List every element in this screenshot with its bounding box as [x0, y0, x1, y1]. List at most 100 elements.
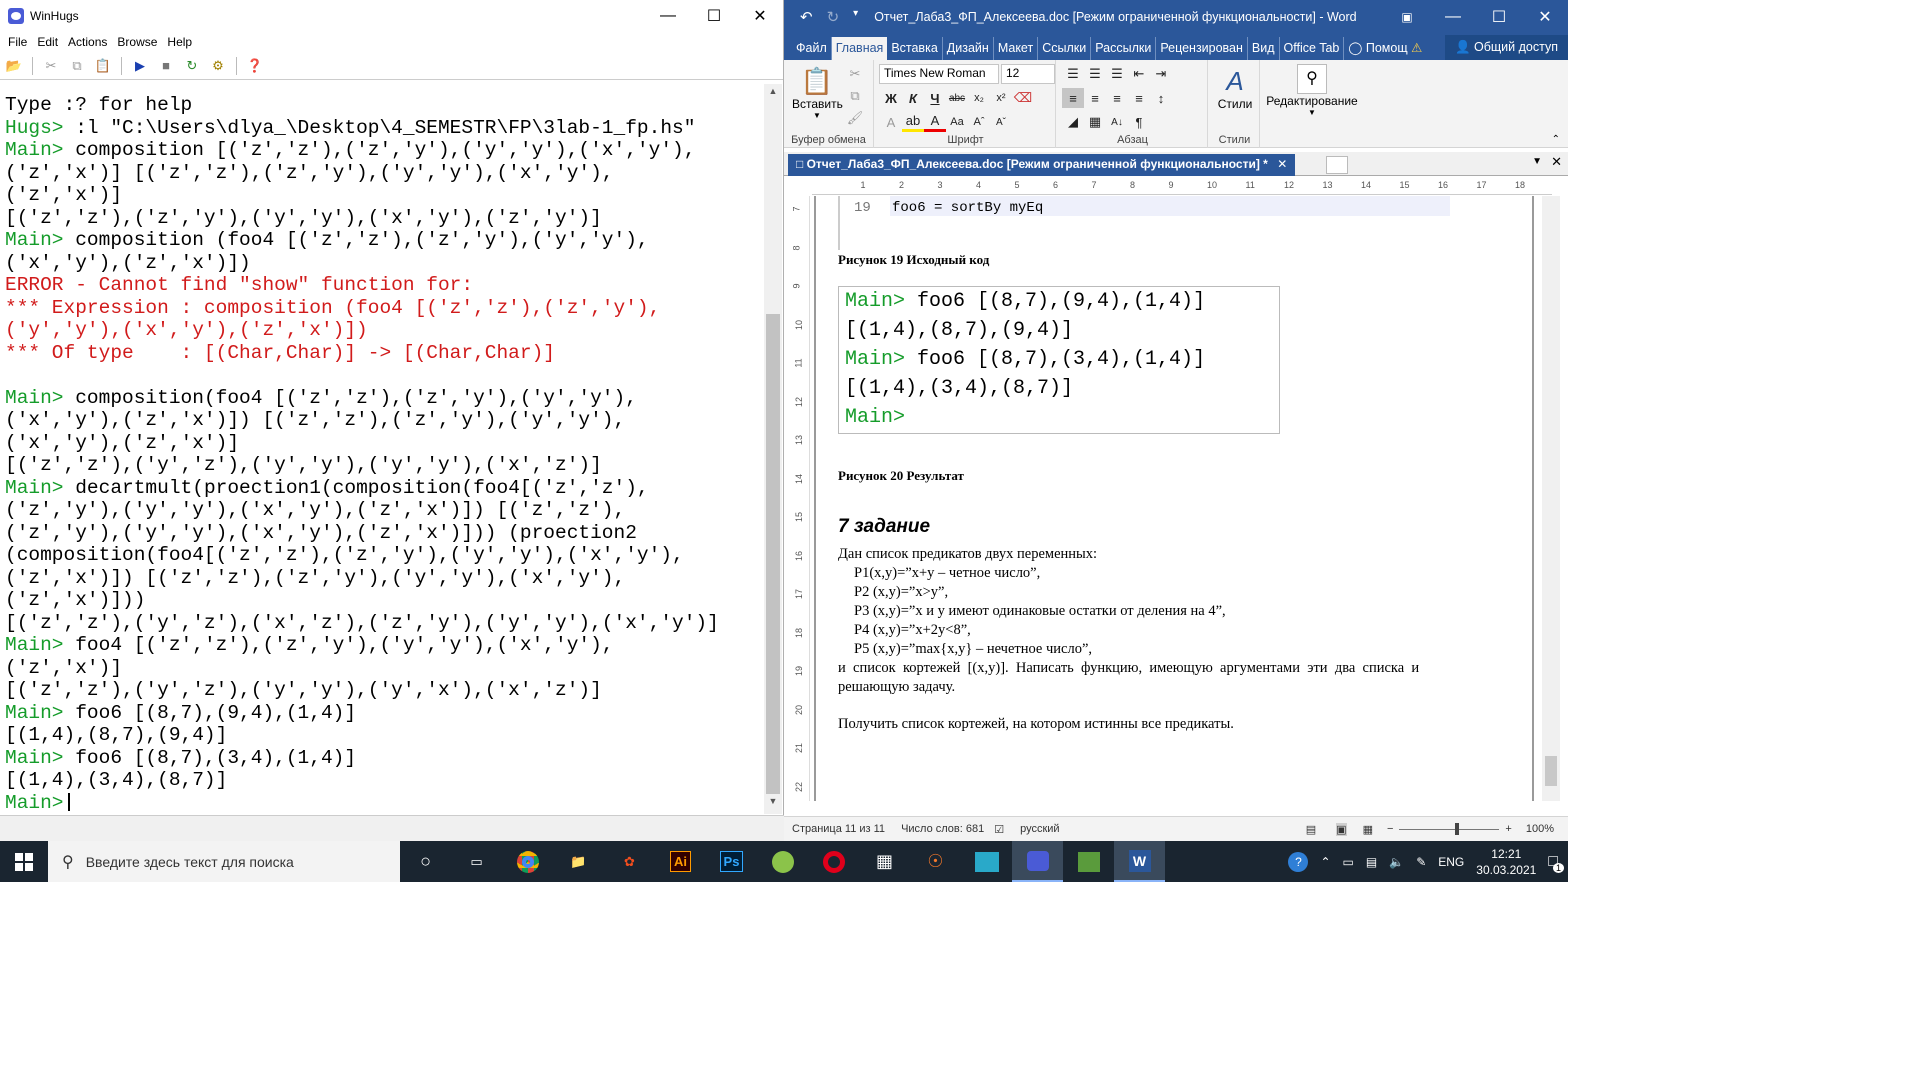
- close-button[interactable]: ✕: [1522, 1, 1568, 33]
- multilevel-icon[interactable]: ☰: [1106, 64, 1128, 84]
- tab-references[interactable]: Ссылки: [1038, 37, 1092, 60]
- options-gear-icon[interactable]: ⚙: [208, 56, 228, 76]
- print-layout-icon[interactable]: ▣: [1336, 822, 1347, 836]
- tab-file[interactable]: Файл: [792, 37, 832, 60]
- bullets-icon[interactable]: ☰: [1062, 64, 1084, 84]
- open-folder-icon[interactable]: 📂: [4, 56, 24, 76]
- copy-icon[interactable]: ⧉: [67, 56, 87, 76]
- paste-button[interactable]: 📋 Вставить ▼: [792, 66, 843, 120]
- decrease-indent-icon[interactable]: ⇤: [1128, 64, 1150, 84]
- web-layout-icon[interactable]: ▦: [1363, 823, 1373, 836]
- tab-mailings[interactable]: Рассылки: [1091, 37, 1157, 60]
- zoom-slider-thumb[interactable]: [1455, 822, 1460, 835]
- increase-indent-icon[interactable]: ⇥: [1150, 64, 1172, 84]
- numbering-icon[interactable]: ☰: [1084, 64, 1106, 84]
- menu-help[interactable]: Help: [163, 35, 198, 49]
- borders-icon[interactable]: ▦: [1084, 112, 1106, 132]
- menu-actions[interactable]: Actions: [64, 35, 113, 49]
- image-viewer-icon[interactable]: [1063, 841, 1114, 882]
- document-tab[interactable]: □ Отчет_Лаба3_ФП_Алексеева.doc [Режим ог…: [788, 154, 1296, 176]
- font-name-select[interactable]: Times New Roman: [879, 64, 999, 84]
- close-tab-icon[interactable]: ✕: [1277, 157, 1287, 171]
- zoom-in-icon[interactable]: +: [1505, 823, 1511, 835]
- tab-insert[interactable]: Вставка: [887, 37, 943, 60]
- reload-icon[interactable]: ↻: [182, 56, 202, 76]
- minimize-button[interactable]: —: [1430, 1, 1476, 33]
- tab-home[interactable]: Главная: [831, 37, 888, 60]
- change-case-icon[interactable]: Aa: [946, 112, 968, 132]
- proofing-icon[interactable]: ☑: [994, 823, 1004, 836]
- font-color-icon[interactable]: A: [924, 112, 946, 132]
- word-taskbar-icon[interactable]: W: [1114, 841, 1165, 882]
- shrink-font-icon[interactable]: Aˇ: [990, 112, 1012, 132]
- underline-icon[interactable]: Ч: [924, 88, 946, 108]
- tab-list-icon[interactable]: ▼: [1532, 156, 1542, 167]
- zoom-slider[interactable]: [1399, 822, 1500, 835]
- editing-button[interactable]: ⚲ Редактирование ▼: [1262, 64, 1362, 117]
- page-count[interactable]: Страница 11 из 11: [792, 823, 885, 835]
- zoom-out-icon[interactable]: −: [1387, 823, 1393, 835]
- zoom-level[interactable]: 100%: [1526, 823, 1554, 835]
- hugs-console[interactable]: Type :? for help Hugs> :l "C:\Users\dlya_…: [2, 84, 762, 814]
- bold-icon[interactable]: Ж: [880, 88, 902, 108]
- menu-edit[interactable]: Edit: [33, 35, 64, 49]
- customize-chevron-icon[interactable]: ▾: [853, 8, 858, 26]
- maximize-button[interactable]: ☐: [691, 0, 737, 32]
- tab-review[interactable]: Рецензирован: [1156, 37, 1248, 60]
- justify-icon[interactable]: ≡: [1128, 88, 1150, 108]
- redo-icon[interactable]: ↻: [827, 8, 840, 26]
- help-icon[interactable]: ?: [1288, 851, 1309, 872]
- network-icon[interactable]: ▤: [1366, 855, 1377, 869]
- pen-icon[interactable]: ✎: [1416, 855, 1426, 869]
- undo-icon[interactable]: ↶: [800, 8, 813, 26]
- document-scrollbar[interactable]: [1542, 196, 1560, 801]
- word-count[interactable]: Число слов: 681: [901, 823, 984, 835]
- menu-file[interactable]: File: [4, 35, 33, 49]
- calculator-icon[interactable]: ▦: [859, 841, 910, 882]
- font-size-select[interactable]: 12: [1001, 64, 1055, 84]
- strikethrough-icon[interactable]: abc: [946, 88, 968, 108]
- close-all-icon[interactable]: ✕: [1551, 154, 1562, 170]
- subscript-icon[interactable]: x₂: [968, 88, 990, 108]
- photoshop-icon[interactable]: Ps: [706, 841, 757, 882]
- tab-design[interactable]: Дизайн: [943, 37, 994, 60]
- blender-icon[interactable]: ☉: [910, 841, 961, 882]
- align-center-icon[interactable]: ≡: [1084, 88, 1106, 108]
- console-scrollbar[interactable]: ▲ ▼: [764, 84, 782, 814]
- scroll-down-icon[interactable]: ▼: [764, 796, 782, 812]
- clock[interactable]: 12:21 30.03.2021: [1476, 846, 1536, 878]
- superscript-icon[interactable]: x²: [990, 88, 1012, 108]
- cut-icon[interactable]: ✂: [844, 64, 866, 84]
- scrollbar-thumb[interactable]: [1545, 756, 1557, 786]
- document-page[interactable]: 19 foo6 = sortBy myEq Рисунок 19 Исходны…: [814, 196, 1534, 801]
- sort-icon[interactable]: A↓: [1106, 112, 1128, 132]
- styles-button[interactable]: A Стили: [1212, 66, 1258, 111]
- text-effects-icon[interactable]: A: [880, 112, 902, 132]
- grow-font-icon[interactable]: Aˆ: [968, 112, 990, 132]
- start-button[interactable]: [0, 841, 48, 882]
- new-tab-button[interactable]: [1326, 156, 1348, 174]
- tab-help[interactable]: ◯ Помощ ⚠: [1344, 36, 1426, 60]
- cut-icon[interactable]: ✂: [41, 56, 61, 76]
- stop-icon[interactable]: ■: [156, 56, 176, 76]
- battery-icon[interactable]: ▭: [1343, 855, 1354, 869]
- figma-icon[interactable]: ✿: [604, 841, 655, 882]
- tab-office-tab[interactable]: Office Tab: [1280, 37, 1345, 60]
- file-explorer-icon[interactable]: 📁: [553, 841, 604, 882]
- copy-icon[interactable]: ⧉: [844, 86, 866, 106]
- align-right-icon[interactable]: ≡: [1106, 88, 1128, 108]
- horizontal-ruler[interactable]: 1 2 3 4 5 6 7 8 9 10 11 12 13 14 15 16 17 18: [812, 177, 1552, 195]
- ribbon-display-icon[interactable]: ▣: [1384, 1, 1430, 33]
- ball-app-icon[interactable]: [757, 841, 808, 882]
- task-view-icon[interactable]: ▭: [451, 841, 502, 882]
- format-painter-icon[interactable]: 🖌: [844, 108, 866, 128]
- taskbar-search[interactable]: ⚲ Введите здесь текст для поиска: [48, 841, 400, 882]
- chevron-up-icon[interactable]: ⌃: [1320, 855, 1330, 869]
- dev-app-icon[interactable]: [961, 841, 1012, 882]
- cortana-icon[interactable]: ○: [400, 841, 451, 882]
- close-button[interactable]: ✕: [737, 0, 783, 32]
- chrome-icon[interactable]: [502, 841, 553, 882]
- minimize-button[interactable]: —: [645, 0, 691, 32]
- scroll-up-icon[interactable]: ▲: [764, 86, 782, 102]
- read-mode-icon[interactable]: ▤: [1306, 823, 1316, 836]
